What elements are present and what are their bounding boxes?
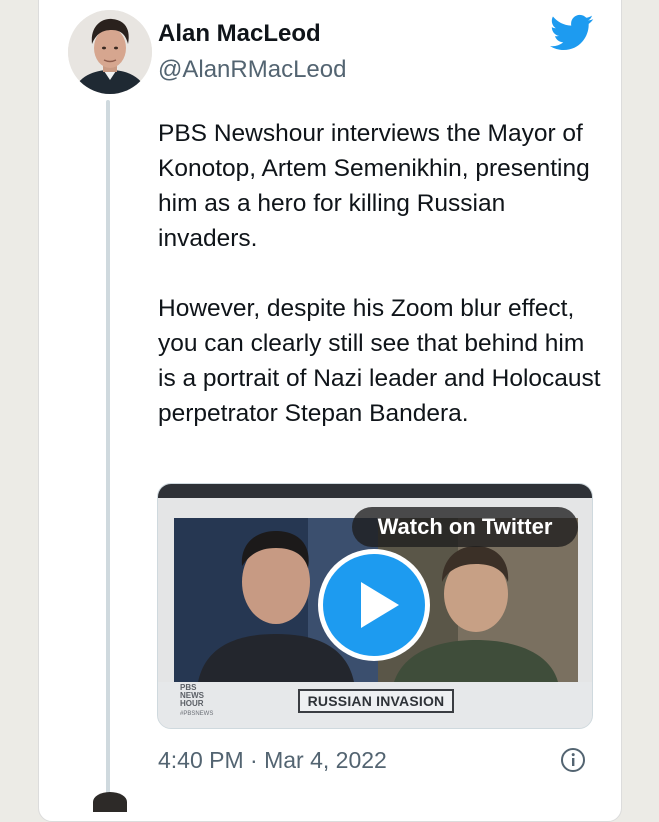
watch-on-twitter-button[interactable]: Watch on Twitter bbox=[352, 507, 578, 547]
pbs-newshour-logo: PBS NEWS HOUR bbox=[180, 684, 204, 708]
play-icon[interactable] bbox=[315, 546, 433, 664]
tweet-paragraph: PBS Newshour interviews the Mayor of Kon… bbox=[158, 120, 590, 252]
tweet-paragraph: However, despite his Zoom blur effect, y… bbox=[158, 295, 601, 427]
pbs-hashtag: #PBSNEWS bbox=[180, 711, 214, 717]
info-icon[interactable] bbox=[560, 747, 586, 773]
twitter-bird-icon[interactable] bbox=[550, 14, 594, 52]
thread-connector-line bbox=[106, 100, 110, 800]
tweet-text: PBS Newshour interviews the Mayor of Kon… bbox=[158, 116, 608, 431]
avatar[interactable] bbox=[68, 10, 152, 94]
video-chyron: RUSSIAN INVASION bbox=[298, 689, 454, 713]
tweet-timestamp[interactable]: 4:40 PM · Mar 4, 2022 bbox=[158, 747, 387, 774]
next-tweet-avatar[interactable] bbox=[93, 792, 127, 812]
author-name[interactable]: Alan MacLeod bbox=[158, 20, 321, 48]
logo-line: HOUR bbox=[180, 699, 204, 708]
author-handle[interactable]: @AlanRMacLeod bbox=[158, 56, 346, 84]
